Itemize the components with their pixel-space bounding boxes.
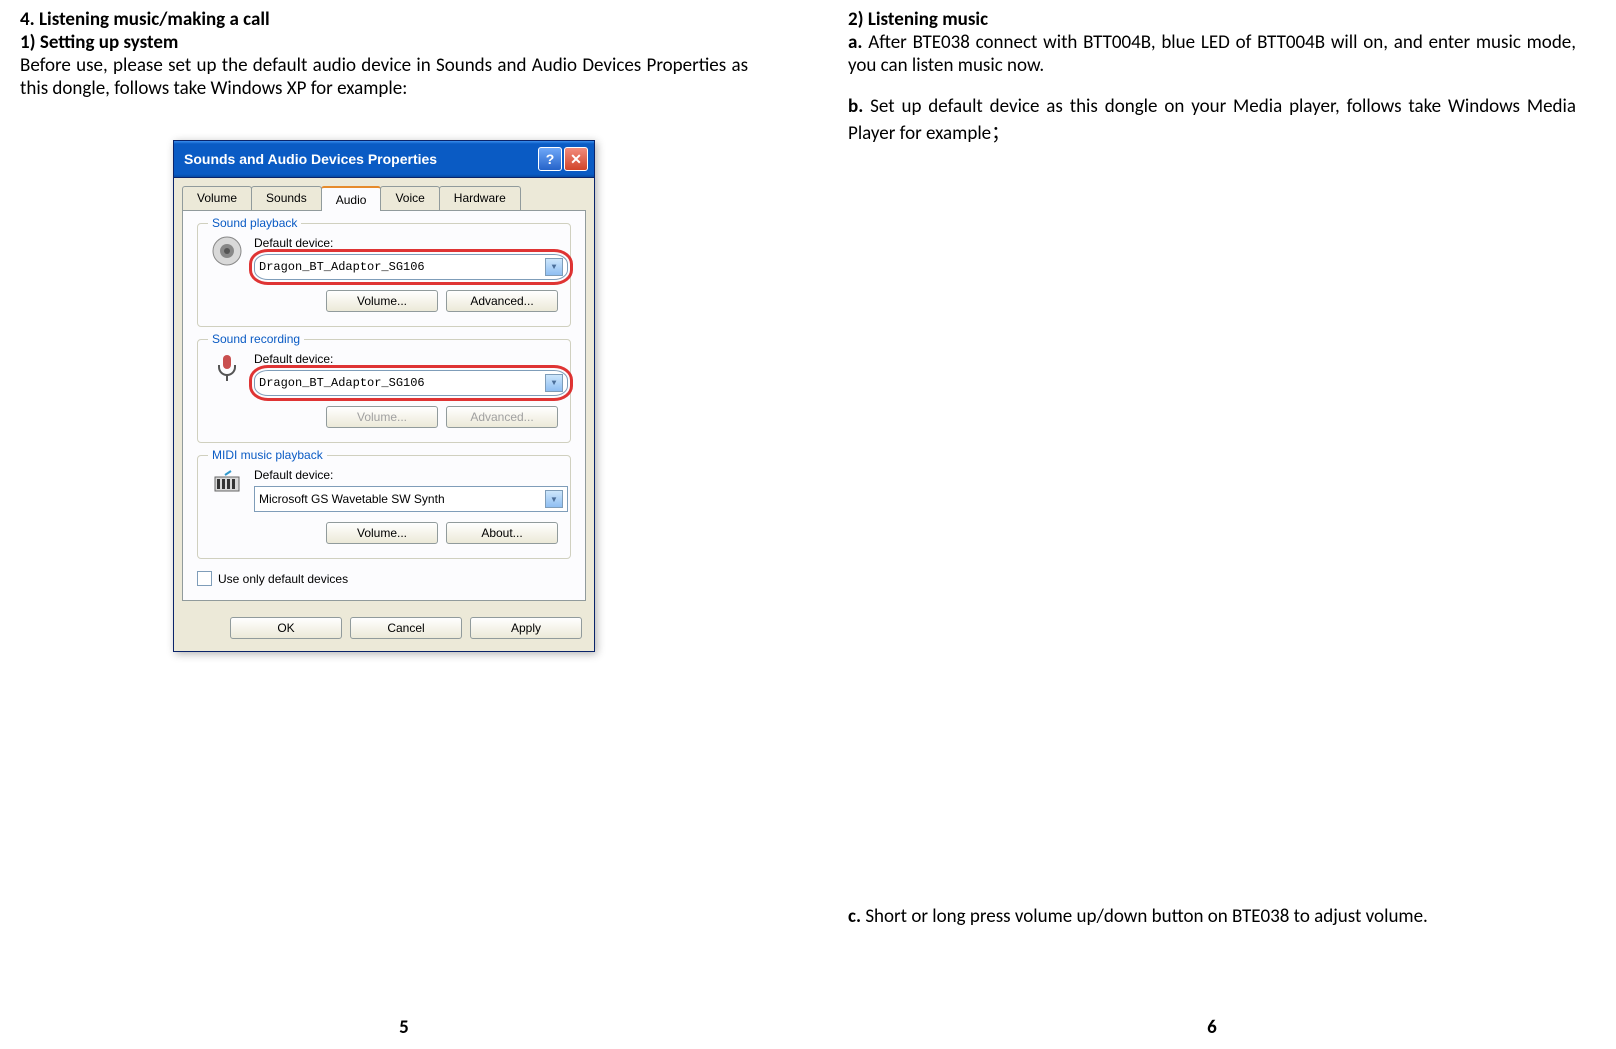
heading-2-listening: 2) Listening music <box>848 8 1576 31</box>
tab-audio[interactable]: Audio <box>321 186 382 211</box>
text-c: Short or long press volume up/down butto… <box>861 905 1428 928</box>
tab-voice[interactable]: Voice <box>380 186 439 210</box>
tab-hardware[interactable]: Hardware <box>439 186 521 210</box>
legend-midi: MIDI music playback <box>208 448 327 462</box>
chevron-down-icon: ▼ <box>545 374 563 392</box>
cancel-button[interactable]: Cancel <box>350 617 462 639</box>
sounds-dialog: Sounds and Audio Devices Properties ? ✕ … <box>173 140 595 652</box>
group-sound-recording: Sound recording Default device: Dragon_B… <box>197 339 571 443</box>
legend-playback: Sound playback <box>208 216 301 230</box>
text-b: Set up default device as this dongle on … <box>848 95 1576 145</box>
tab-sounds[interactable]: Sounds <box>251 186 322 210</box>
heading-4: 4. Listening music/making a call <box>20 8 748 31</box>
playback-advanced-button[interactable]: Advanced... <box>446 290 558 312</box>
legend-recording: Sound recording <box>208 332 304 346</box>
recording-advanced-button[interactable]: Advanced... <box>446 406 558 428</box>
para-c: c. Short or long press volume up/down bu… <box>848 905 1576 928</box>
label-a: a. <box>848 31 862 54</box>
setup-paragraph: Before use, please set up the default au… <box>20 54 748 100</box>
label-midi-device: Default device: <box>254 468 558 482</box>
midi-volume-button[interactable]: Volume... <box>326 522 438 544</box>
midi-about-button[interactable]: About... <box>446 522 558 544</box>
label-b: b. <box>848 95 863 118</box>
help-button[interactable]: ? <box>538 147 562 171</box>
speaker-icon <box>210 234 244 268</box>
label-playback-device: Default device: <box>254 236 558 250</box>
para-b: b. Set up default device as this dongle … <box>848 95 1576 145</box>
ok-button[interactable]: OK <box>230 617 342 639</box>
page-number-5: 5 <box>399 1016 409 1039</box>
playback-volume-button[interactable]: Volume... <box>326 290 438 312</box>
text-a: After BTE038 connect with BTT004B, blue … <box>848 31 1576 77</box>
label-recording-device: Default device: <box>254 352 558 366</box>
tab-strip: Volume Sounds Audio Voice Hardware <box>174 178 594 210</box>
chevron-down-icon: ▼ <box>545 490 563 508</box>
midi-icon <box>210 466 244 500</box>
dialog-title: Sounds and Audio Devices Properties <box>184 151 536 167</box>
page-number-6: 6 <box>1207 1016 1217 1039</box>
dropdown-recording-value: Dragon_BT_Adaptor_SG106 <box>259 376 425 390</box>
page-6: 2) Listening music a. After BTE038 conne… <box>808 0 1616 1049</box>
page-5: 4. Listening music/making a call 1) Sett… <box>0 0 808 1049</box>
dialog-button-row: OK Cancel Apply <box>174 609 594 651</box>
heading-1-setup: 1) Setting up system <box>20 31 748 54</box>
apply-button[interactable]: Apply <box>470 617 582 639</box>
group-midi-playback: MIDI music playback Default device: Micr… <box>197 455 571 559</box>
dropdown-midi-value: Microsoft GS Wavetable SW Synth <box>259 492 445 506</box>
label-c: c. <box>848 905 861 928</box>
checkbox-label: Use only default devices <box>218 572 348 586</box>
microphone-icon <box>210 350 244 384</box>
dropdown-playback[interactable]: Dragon_BT_Adaptor_SG106 ▼ <box>254 254 568 280</box>
close-button[interactable]: ✕ <box>564 147 588 171</box>
dropdown-recording[interactable]: Dragon_BT_Adaptor_SG106 ▼ <box>254 370 568 396</box>
use-only-default-row[interactable]: Use only default devices <box>197 571 571 586</box>
dialog-titlebar: Sounds and Audio Devices Properties ? ✕ <box>174 141 594 178</box>
tab-panel-audio: Sound playback Default device: Dragon_BT… <box>182 210 586 601</box>
chevron-down-icon: ▼ <box>545 258 563 276</box>
recording-volume-button[interactable]: Volume... <box>326 406 438 428</box>
group-sound-playback: Sound playback Default device: Dragon_BT… <box>197 223 571 327</box>
tab-volume[interactable]: Volume <box>182 186 252 210</box>
dropdown-midi[interactable]: Microsoft GS Wavetable SW Synth ▼ <box>254 486 568 512</box>
dropdown-playback-value: Dragon_BT_Adaptor_SG106 <box>259 260 425 274</box>
para-a: a. After BTE038 connect with BTT004B, bl… <box>848 31 1576 77</box>
checkbox-icon[interactable] <box>197 571 212 586</box>
